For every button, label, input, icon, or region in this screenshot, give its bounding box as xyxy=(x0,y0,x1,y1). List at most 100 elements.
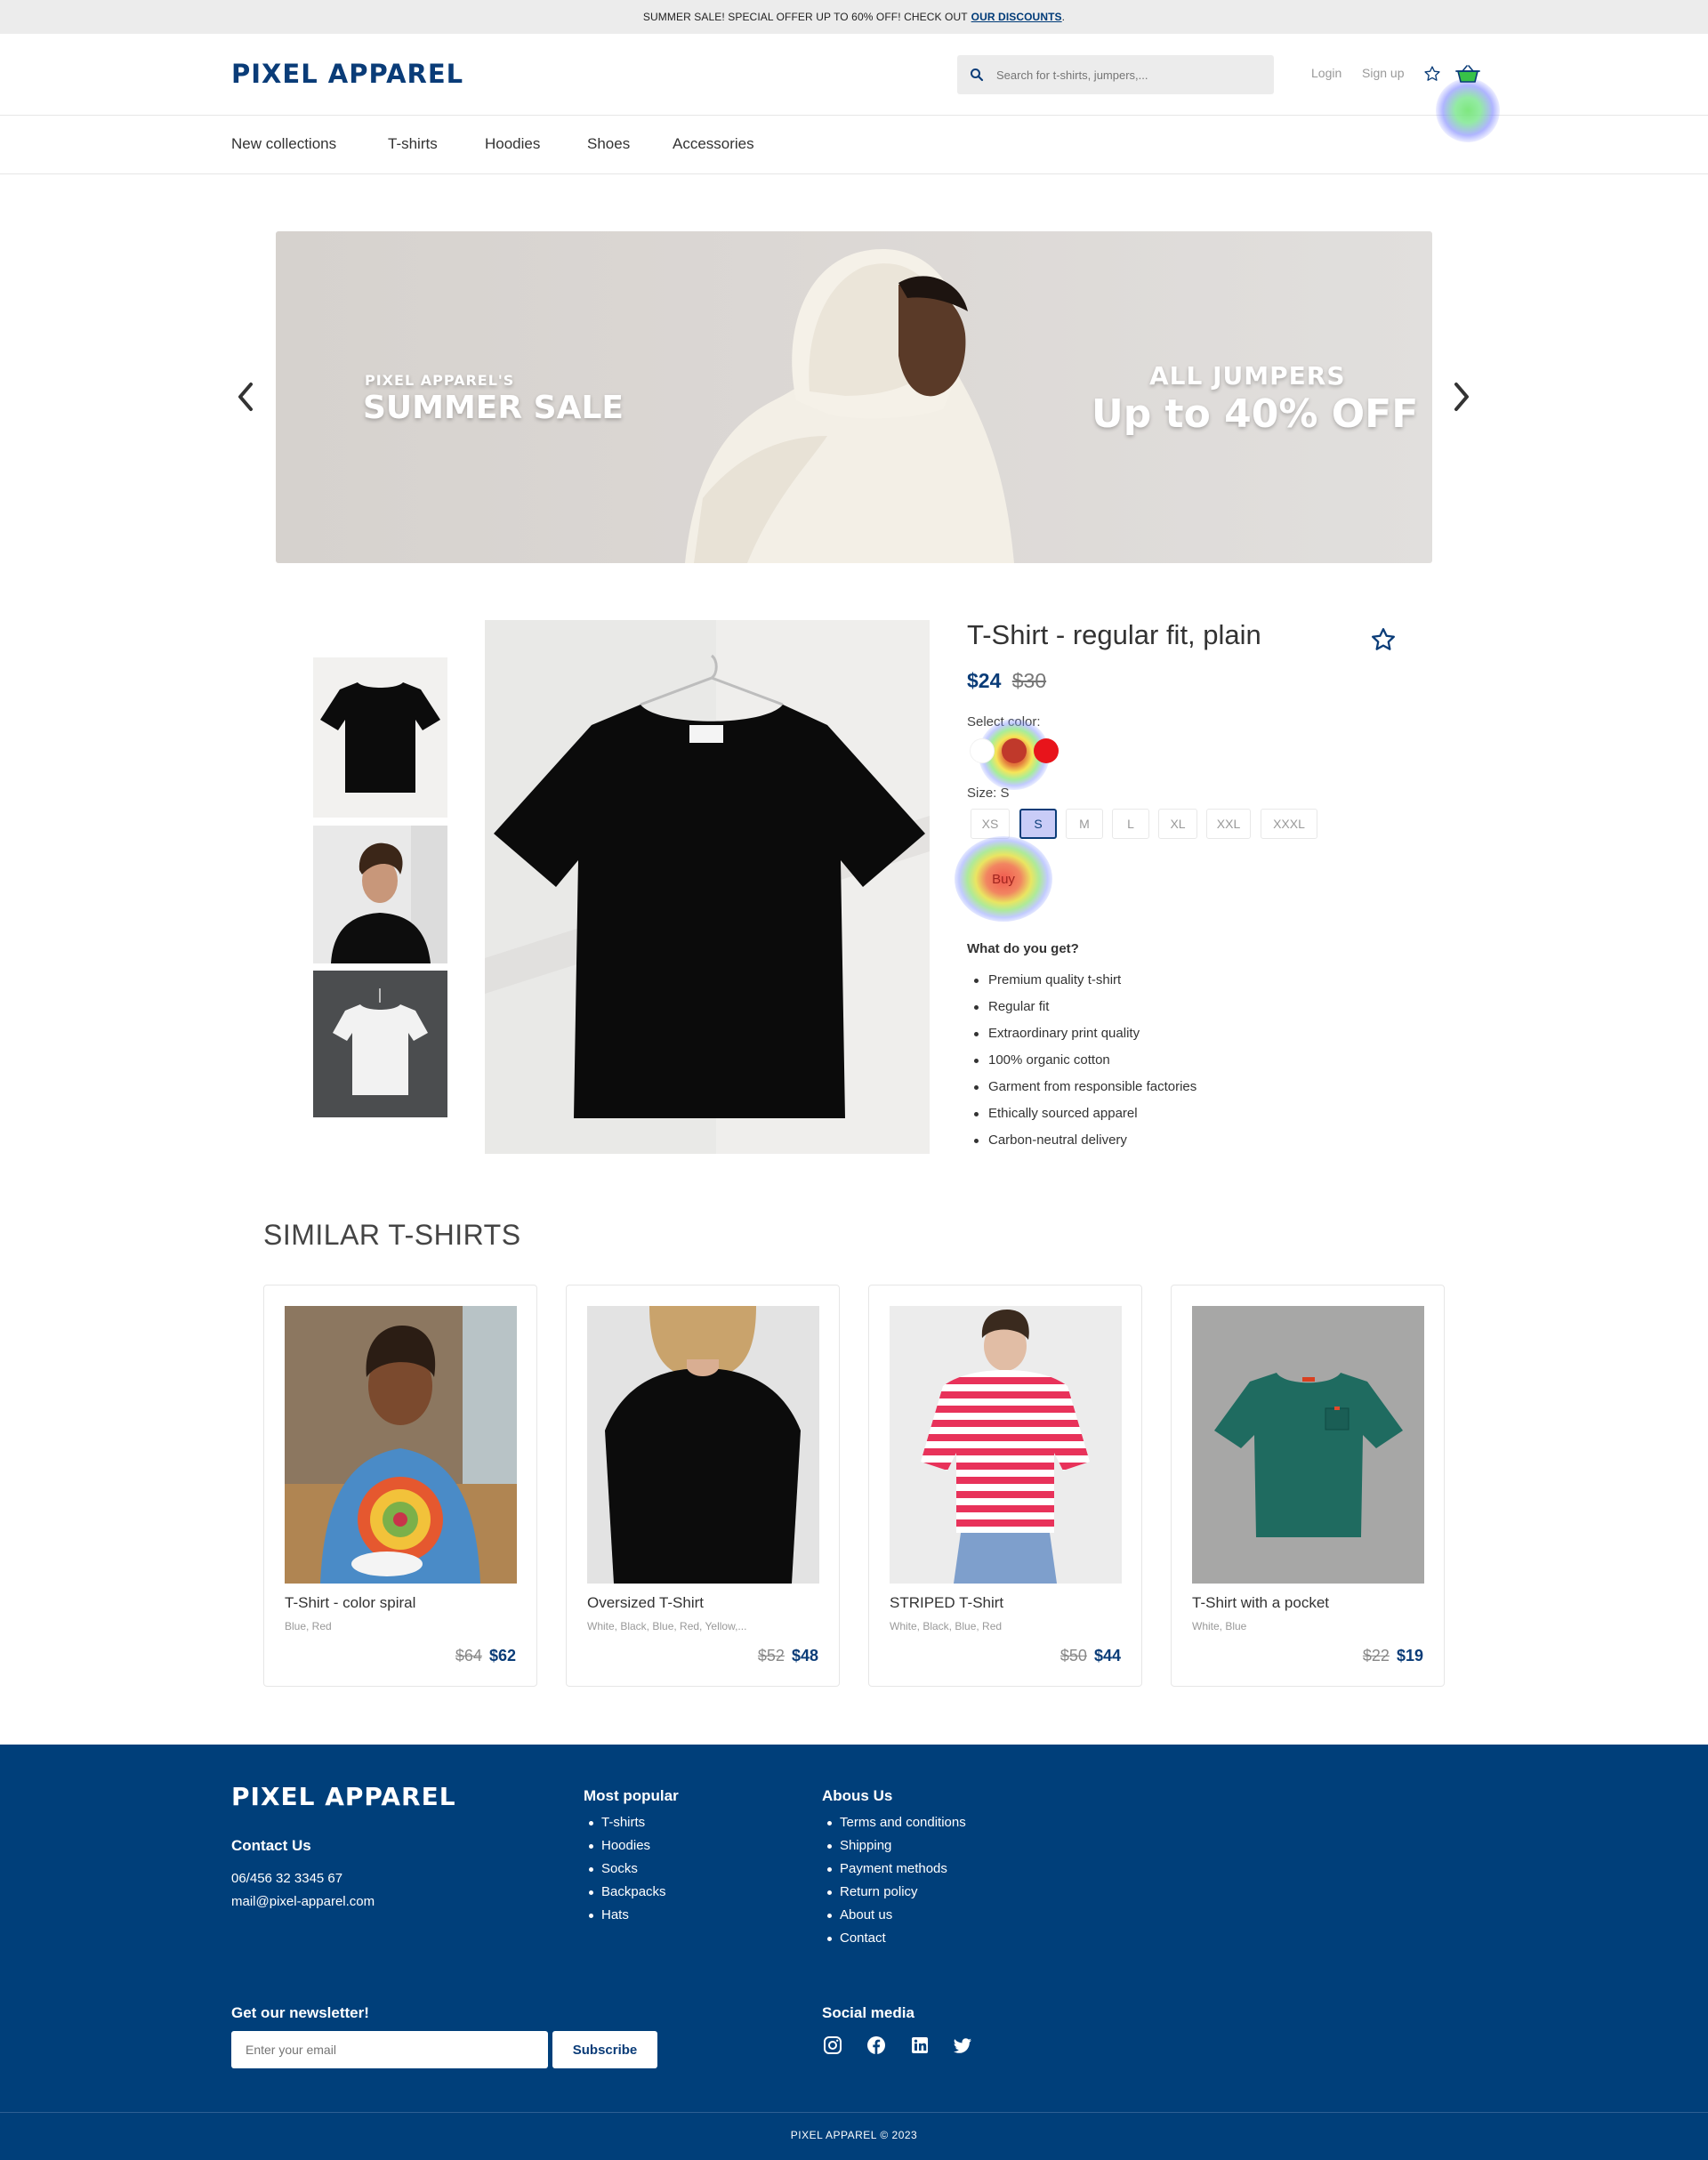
facebook-icon[interactable] xyxy=(866,2035,886,2055)
instagram-icon[interactable] xyxy=(823,2035,842,2055)
hero-right-eyebrow: ALL JUMPERS xyxy=(1149,361,1346,391)
product-card-pocket[interactable]: T-Shirt with a pocket White, Blue $22 $19 xyxy=(1171,1285,1445,1687)
footer-link-about[interactable]: About us xyxy=(826,1904,966,1927)
contact-heading: Contact Us xyxy=(231,1837,311,1854)
price-current: $44 xyxy=(1093,1647,1121,1664)
our-discounts-link[interactable]: OUR DISCOUNTS xyxy=(971,11,1062,23)
similar-section-title: SIMILAR T-SHIRTS xyxy=(263,1219,521,1251)
site-logo[interactable]: PIXEL APPAREL xyxy=(231,59,463,89)
product-card-colors: White, Black, Blue, Red, Yellow,... xyxy=(587,1620,747,1632)
footer-link-t-shirts[interactable]: T-shirts xyxy=(587,1811,666,1834)
basket-icon[interactable] xyxy=(1452,62,1484,87)
color-swatch-dark-red[interactable] xyxy=(1002,738,1027,763)
product-card-image[interactable] xyxy=(285,1306,517,1584)
search-bar[interactable] xyxy=(957,55,1274,94)
nav-shoes[interactable]: Shoes xyxy=(587,135,630,153)
footer-link-backpacks[interactable]: Backpacks xyxy=(587,1881,666,1904)
hero-left-headline: SUMMER SALE xyxy=(363,390,624,426)
product-card-name[interactable]: T-Shirt with a pocket xyxy=(1192,1594,1329,1612)
size-xxl[interactable]: XXL xyxy=(1206,809,1251,839)
footer-link-terms[interactable]: Terms and conditions xyxy=(826,1811,966,1834)
footer-link-contact[interactable]: Contact xyxy=(826,1927,966,1950)
product-price: $24 $30 xyxy=(967,669,1046,693)
most-popular-list: T-shirts Hoodies Socks Backpacks Hats xyxy=(587,1811,666,1927)
most-popular-heading: Most popular xyxy=(584,1787,679,1804)
size-xl[interactable]: XL xyxy=(1158,809,1197,839)
product-card-image[interactable] xyxy=(890,1306,1122,1584)
price-current: $48 xyxy=(791,1647,818,1664)
size-label: Size: S xyxy=(967,786,1010,801)
color-swatch-white[interactable] xyxy=(970,738,995,763)
linkedin-icon[interactable] xyxy=(910,2035,930,2055)
promo-text: SUMMER SALE! SPECIAL OFFER UP TO 60% OFF… xyxy=(642,11,968,23)
footer-link-return[interactable]: Return policy xyxy=(826,1881,966,1904)
product-card-name[interactable]: STRIPED T-Shirt xyxy=(890,1594,1003,1612)
nav-accessories[interactable]: Accessories xyxy=(673,135,754,153)
size-s[interactable]: S xyxy=(1019,809,1057,839)
product-card-striped[interactable]: STRIPED T-Shirt White, Black, Blue, Red … xyxy=(868,1285,1142,1687)
price-original: $50 xyxy=(1059,1647,1087,1664)
newsletter-heading: Get our newsletter! xyxy=(231,2004,369,2021)
signup-link[interactable]: Sign up xyxy=(1362,66,1404,80)
favorite-star-icon[interactable] xyxy=(1370,626,1397,653)
top-promo-banner: SUMMER SALE! SPECIAL OFFER UP TO 60% OFF… xyxy=(0,0,1708,34)
list-item: Carbon-neutral delivery xyxy=(974,1127,1196,1154)
subscribe-button[interactable]: Subscribe xyxy=(552,2031,657,2068)
size-l[interactable]: L xyxy=(1112,809,1149,839)
buy-button[interactable]: Buy xyxy=(973,863,1034,895)
price-original: $22 xyxy=(1362,1647,1390,1664)
size-xs[interactable]: XS xyxy=(971,809,1010,839)
nav-t-shirts[interactable]: T-shirts xyxy=(388,135,438,153)
product-thumbnail-1[interactable] xyxy=(313,657,447,818)
price-original: $64 xyxy=(455,1647,482,1664)
main-nav: New collections T-shirts Hoodies Shoes A… xyxy=(0,116,1708,174)
carousel-prev-arrow[interactable] xyxy=(235,381,256,413)
product-card-oversized[interactable]: Oversized T-Shirt White, Black, Blue, Re… xyxy=(566,1285,840,1687)
contact-email[interactable]: mail@pixel-apparel.com xyxy=(231,1894,375,1909)
product-card-name[interactable]: T-Shirt - color spiral xyxy=(285,1594,415,1612)
hero-left-eyebrow: PIXEL APPAREL'S xyxy=(365,372,515,389)
footer-link-hoodies[interactable]: Hoodies xyxy=(587,1834,666,1858)
price-original: $52 xyxy=(757,1647,785,1664)
search-icon[interactable] xyxy=(970,68,984,82)
footer-link-hats[interactable]: Hats xyxy=(587,1904,666,1927)
product-card-colors: White, Blue xyxy=(1192,1620,1247,1632)
product-card-price: $64 $62 xyxy=(455,1647,516,1665)
footer-link-payment[interactable]: Payment methods xyxy=(826,1858,966,1881)
footer-link-socks[interactable]: Socks xyxy=(587,1858,666,1881)
product-title: T-Shirt - regular fit, plain xyxy=(967,619,1261,650)
list-item: Regular fit xyxy=(974,994,1196,1020)
product-card-price: $52 $48 xyxy=(758,1647,818,1665)
size-xxxl[interactable]: XXXL xyxy=(1261,809,1317,839)
product-card-colors: White, Black, Blue, Red xyxy=(890,1620,1003,1632)
footer-logo[interactable]: PIXEL APPAREL xyxy=(231,1782,456,1811)
price-current: $24 xyxy=(967,669,1002,692)
site-footer: PIXEL APPAREL Contact Us 06/456 32 3345 … xyxy=(0,1745,1708,2160)
newsletter-email-input[interactable] xyxy=(231,2031,548,2068)
product-thumbnail-3[interactable] xyxy=(313,971,447,1117)
nav-hoodies[interactable]: Hoodies xyxy=(485,135,540,153)
carousel-next-arrow[interactable] xyxy=(1451,381,1472,413)
price-current: $19 xyxy=(1396,1647,1423,1664)
product-card-price: $50 $44 xyxy=(1060,1647,1121,1665)
product-card-image[interactable] xyxy=(587,1306,819,1584)
price-current: $62 xyxy=(488,1647,516,1664)
list-item: Premium quality t-shirt xyxy=(974,967,1196,994)
promo-period: . xyxy=(1061,11,1066,23)
about-heading: Abous Us xyxy=(822,1787,893,1804)
price-original: $30 xyxy=(1011,669,1047,692)
hero-banner[interactable]: PIXEL APPAREL'S SUMMER SALE ALL JUMPERS … xyxy=(276,231,1432,563)
product-thumbnail-2[interactable] xyxy=(313,826,447,963)
size-m[interactable]: M xyxy=(1066,809,1103,839)
contact-phone: 06/456 32 3345 67 xyxy=(231,1871,343,1886)
product-card-image[interactable] xyxy=(1192,1306,1424,1584)
product-card-name[interactable]: Oversized T-Shirt xyxy=(587,1594,704,1612)
nav-new-collections[interactable]: New collections xyxy=(231,135,336,153)
product-card-color-spiral[interactable]: T-Shirt - color spiral Blue, Red $64 $62 xyxy=(263,1285,537,1687)
footer-link-shipping[interactable]: Shipping xyxy=(826,1834,966,1858)
search-input[interactable] xyxy=(996,68,1245,82)
twitter-icon[interactable] xyxy=(953,2035,972,2055)
star-icon[interactable] xyxy=(1423,65,1441,83)
color-swatch-red[interactable] xyxy=(1034,738,1059,763)
login-link[interactable]: Login xyxy=(1311,66,1341,80)
